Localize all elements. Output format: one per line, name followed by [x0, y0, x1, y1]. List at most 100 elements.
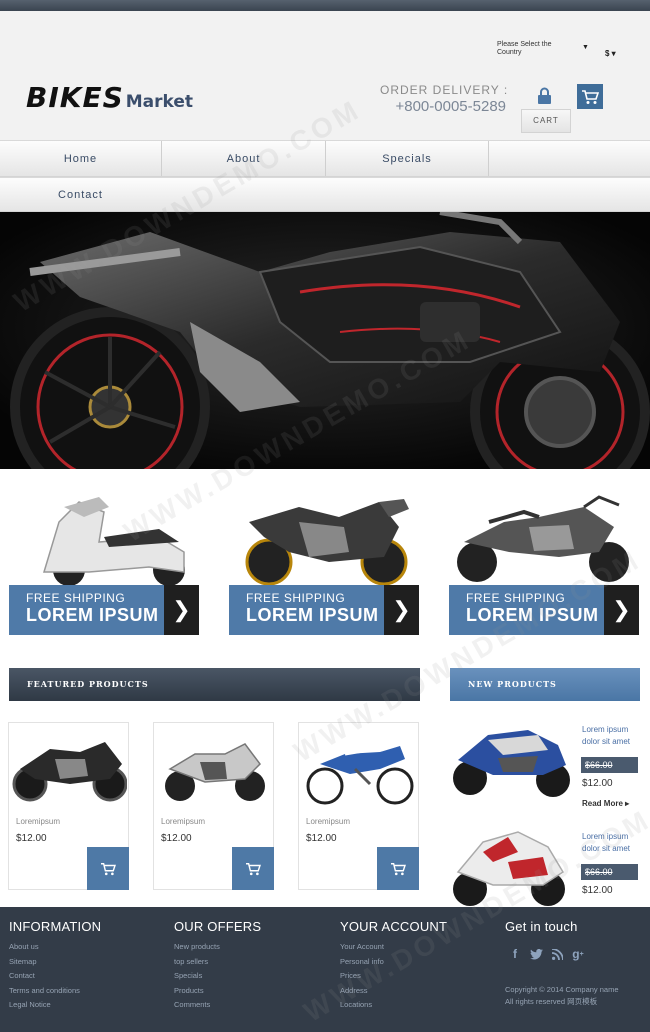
footer-link[interactable]: Specials — [174, 969, 261, 984]
product-image — [155, 724, 272, 812]
currency-label: $ — [605, 49, 610, 58]
nav-divider — [488, 141, 489, 176]
featured-products-heading: FEATURED PRODUCTS — [9, 668, 420, 701]
order-label: ORDER DELIVERY : — [380, 83, 509, 97]
footer-link[interactable]: Address — [340, 984, 447, 999]
product-name[interactable]: Loremipsum — [306, 817, 350, 826]
cart-button[interactable]: CART — [521, 109, 571, 133]
logo[interactable]: BIKES Market — [26, 81, 193, 114]
google-plus-icon[interactable]: g + — [571, 947, 585, 961]
promo-line2: LOREM IPSUM — [246, 605, 379, 625]
product-card[interactable]: Loremipsum $12.00 — [8, 722, 129, 890]
new-price: $12.00 — [582, 778, 613, 789]
logo-sub: Market — [125, 92, 194, 112]
product-image — [10, 724, 127, 812]
footer-link[interactable]: Personal info — [340, 955, 447, 970]
order-delivery: ORDER DELIVERY : +800-0005-5289 — [380, 83, 509, 115]
currency-select[interactable]: $ ▾ — [605, 49, 616, 58]
chevron-right-icon[interactable]: ❯ — [604, 585, 639, 635]
country-select[interactable]: Please Select the Country — [497, 41, 577, 57]
footer-link[interactable]: Locations — [340, 998, 447, 1013]
logo-main: BIKES — [26, 81, 124, 114]
promo-banner: FREE SHIPPING LOREM IPSUM ❯ — [229, 585, 419, 635]
footer-link[interactable]: Sitemap — [9, 955, 101, 970]
main-nav: Home About Specials — [0, 140, 650, 177]
footer-account: YOUR ACCOUNT Your Account Personal info … — [340, 919, 447, 1013]
page: BIKES Market Please Select the Country ▼ … — [0, 0, 650, 1032]
old-price: $66.00 — [581, 757, 638, 773]
promo-line2: LOREM IPSUM — [26, 605, 159, 625]
cart-icon — [101, 862, 116, 875]
old-price: $66.00 — [581, 864, 638, 880]
promo-banner: FREE SHIPPING LOREM IPSUM ❯ — [9, 585, 199, 635]
footer-heading: YOUR ACCOUNT — [340, 919, 448, 934]
rights-line: All rights reserved 网页模板 — [505, 997, 598, 1006]
footer-touch: Get in touch — [505, 919, 578, 934]
promo-line1: FREE SHIPPING — [26, 591, 126, 605]
footer-link[interactable]: About us — [9, 940, 101, 955]
promo-card[interactable]: FREE SHIPPING LOREM IPSUM ❯ — [9, 487, 199, 635]
social-links: f g + — [508, 947, 585, 961]
footer-link[interactable]: Products — [174, 984, 261, 999]
top-bar — [0, 0, 650, 11]
footer: INFORMATION About us Sitemap Contact Ter… — [0, 907, 650, 1032]
nav-home[interactable]: Home — [0, 141, 161, 176]
footer-link[interactable]: Legal Notice — [9, 998, 101, 1013]
cart-icon[interactable] — [577, 84, 603, 109]
product-card[interactable]: Loremipsum $12.00 — [298, 722, 419, 890]
lock-icon[interactable] — [537, 87, 552, 109]
read-more-link[interactable]: Read More ▸ — [582, 799, 629, 808]
caret-down-icon[interactable]: ▼ — [582, 44, 589, 51]
footer-information: INFORMATION About us Sitemap Contact Ter… — [9, 919, 101, 1013]
hero-banner[interactable] — [0, 212, 650, 469]
nav-contact[interactable]: Contact — [0, 178, 161, 211]
chevron-right-icon[interactable]: ❯ — [384, 585, 419, 635]
copyright: Copyright © 2014 Company name All rights… — [505, 984, 619, 1008]
scooter-image — [9, 487, 199, 585]
chevron-right-icon[interactable]: ❯ — [164, 585, 199, 635]
new-product-title[interactable]: Lorem ipsum dolor sit amet — [582, 831, 642, 855]
new-product-image — [448, 827, 574, 909]
featured-title: FEATURED PRODUCTS — [27, 679, 149, 689]
new-product-image — [448, 720, 574, 802]
footer-heading: INFORMATION — [9, 919, 102, 934]
footer-link[interactable]: Comments — [174, 998, 261, 1013]
naked-bike-image — [449, 487, 639, 585]
promo-line1: FREE SHIPPING — [246, 591, 346, 605]
add-to-cart-button[interactable] — [232, 847, 274, 890]
new-price: $12.00 — [582, 885, 613, 896]
read-more-label: Read More — [582, 799, 623, 808]
footer-link[interactable]: Your Account — [340, 940, 447, 955]
product-card[interactable]: Loremipsum $12.00 — [153, 722, 274, 890]
footer-heading: OUR OFFERS — [174, 919, 262, 934]
footer-link[interactable]: Terms and conditions — [9, 984, 101, 999]
new-product-title[interactable]: Lorem ipsum dolor sit amet — [582, 724, 642, 748]
facebook-icon[interactable]: f — [508, 947, 522, 961]
nav-about[interactable]: About — [162, 141, 325, 176]
footer-heading: Get in touch — [505, 919, 578, 934]
bike-image — [229, 487, 419, 585]
new-title: NEW PRODUCTS — [468, 679, 557, 689]
copyright-line: Copyright © 2014 Company name — [505, 985, 619, 994]
add-to-cart-button[interactable] — [87, 847, 129, 890]
promo-line1: FREE SHIPPING — [466, 591, 566, 605]
add-to-cart-button[interactable] — [377, 847, 419, 890]
product-name[interactable]: Loremipsum — [161, 817, 205, 826]
product-price: $12.00 — [306, 833, 337, 844]
promo-card[interactable]: FREE SHIPPING LOREM IPSUM ❯ — [229, 487, 419, 635]
product-price: $12.00 — [161, 833, 192, 844]
footer-link[interactable]: top sellers — [174, 955, 261, 970]
rss-icon[interactable] — [550, 947, 564, 961]
promo-line2: LOREM IPSUM — [466, 605, 599, 625]
header: BIKES Market Please Select the Country ▼ … — [0, 11, 650, 140]
cart-icon — [246, 862, 261, 875]
footer-link[interactable]: New products — [174, 940, 261, 955]
product-name[interactable]: Loremipsum — [16, 817, 60, 826]
footer-link[interactable]: Contact — [9, 969, 101, 984]
footer-link[interactable]: Prices — [340, 969, 447, 984]
promo-card[interactable]: FREE SHIPPING LOREM IPSUM ❯ — [449, 487, 639, 635]
cart-icon — [391, 862, 406, 875]
nav-specials[interactable]: Specials — [326, 141, 488, 176]
product-image — [300, 724, 417, 812]
twitter-icon[interactable] — [529, 947, 543, 961]
